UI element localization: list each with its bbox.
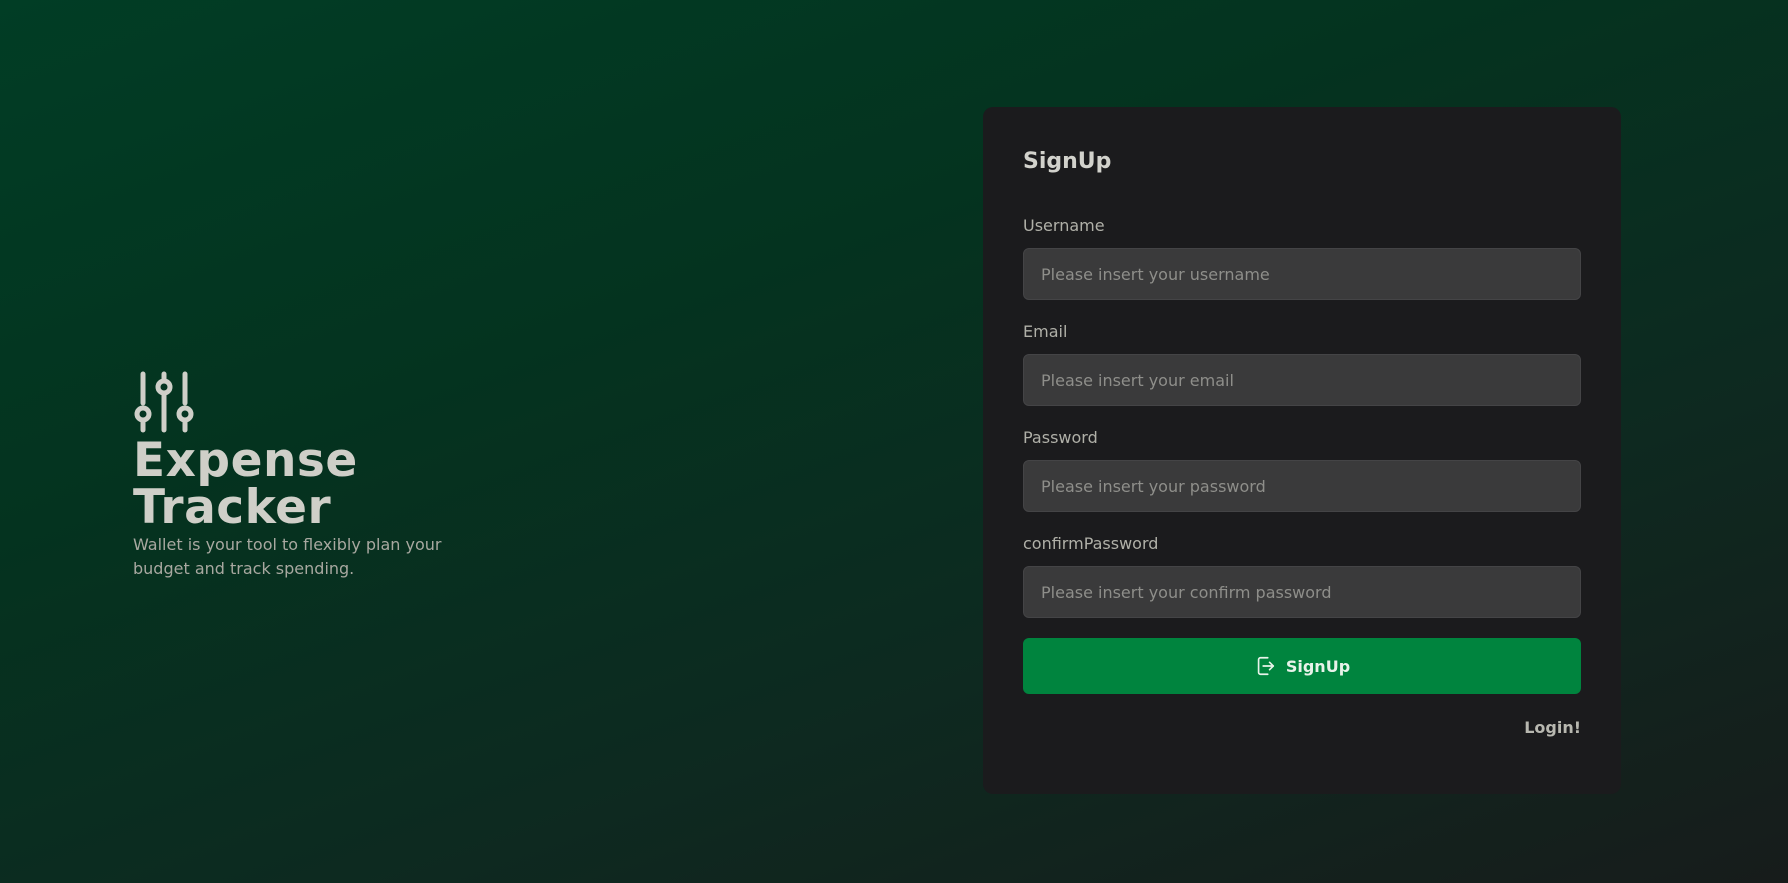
password-field-group: Password (1023, 428, 1581, 512)
email-field-group: Email (1023, 322, 1581, 406)
sliders-icon (134, 371, 194, 433)
username-input[interactable] (1023, 248, 1581, 300)
email-label: Email (1023, 322, 1068, 341)
signup-form: Username Email Password confirmPassword … (1023, 216, 1581, 737)
username-label: Username (1023, 216, 1105, 235)
password-label: Password (1023, 428, 1098, 447)
app-title: Expense Tracker (133, 433, 358, 535)
signup-card: SignUp Username Email Password confirmPa… (983, 107, 1621, 794)
signup-heading: SignUp (1023, 149, 1112, 174)
app-subtitle: Wallet is your tool to flexibly plan you… (133, 535, 442, 578)
signup-button[interactable]: SignUp (1023, 638, 1581, 694)
login-link[interactable]: Login! (1524, 718, 1581, 737)
confirm-password-label: confirmPassword (1023, 534, 1159, 553)
email-input[interactable] (1023, 354, 1581, 406)
login-row: Login! (1023, 718, 1581, 737)
password-input[interactable] (1023, 460, 1581, 512)
login-icon (1257, 656, 1274, 676)
confirm-password-input[interactable] (1023, 566, 1581, 618)
signup-button-label: SignUp (1285, 656, 1351, 676)
brand-section: Expense Tracker Wallet is your tool to f… (133, 370, 553, 581)
confirm-password-field-group: confirmPassword (1023, 534, 1581, 618)
username-field-group: Username (1023, 216, 1581, 300)
